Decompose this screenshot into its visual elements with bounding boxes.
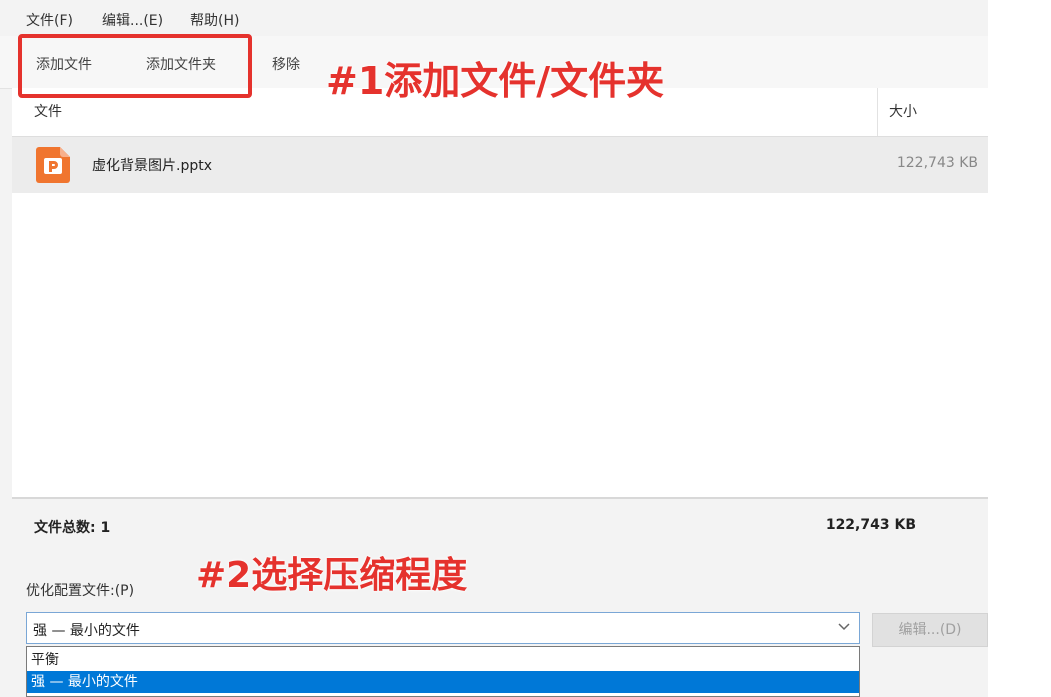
menu-help[interactable]: 帮助(H): [190, 10, 239, 30]
pptx-file-icon: [36, 147, 70, 183]
total-size-value: 122,743 KB: [825, 517, 916, 533]
file-name: 虚化背景图片.pptx: [92, 158, 212, 174]
profile-select-value: 强 — 最小的文件: [33, 623, 140, 639]
profile-select[interactable]: 强 — 最小的文件: [26, 612, 860, 644]
column-header-file[interactable]: 文件: [34, 101, 62, 121]
file-list: 虚化背景图片.pptx 122,743 KB: [12, 137, 988, 497]
remove-button[interactable]: 移除: [272, 54, 300, 74]
compressor-window: 文件(F) 编辑...(E) 帮助(H) 添加文件 添加文件夹 移除 文件 大小…: [0, 0, 988, 697]
profile-option-balanced[interactable]: 平衡: [27, 649, 859, 671]
column-header-size[interactable]: 大小: [877, 88, 917, 136]
menu-edit[interactable]: 编辑...(E): [102, 10, 163, 30]
background-margin: [988, 0, 1051, 697]
profile-label: 优化配置文件:(P): [26, 583, 135, 599]
list-footer-divider: [12, 497, 988, 499]
edit-profile-button[interactable]: 编辑...(D): [872, 613, 988, 647]
table-row[interactable]: 虚化背景图片.pptx 122,743 KB: [12, 137, 988, 193]
profile-option-strong[interactable]: 强 — 最小的文件: [27, 671, 859, 693]
file-size: 122,743 KB: [896, 155, 978, 171]
total-files-label: 文件总数: 1: [34, 520, 111, 536]
annotation-step1: #1添加文件/文件夹: [326, 59, 665, 103]
menu-bar: 文件(F) 编辑...(E) 帮助(H): [0, 0, 988, 36]
menu-file[interactable]: 文件(F): [26, 10, 73, 30]
highlight-box: [18, 34, 252, 98]
profile-dropdown-list: 平衡 强 — 最小的文件: [26, 646, 860, 697]
annotation-step2: #2选择压缩程度: [196, 555, 468, 596]
chevron-down-icon[interactable]: [837, 619, 851, 633]
